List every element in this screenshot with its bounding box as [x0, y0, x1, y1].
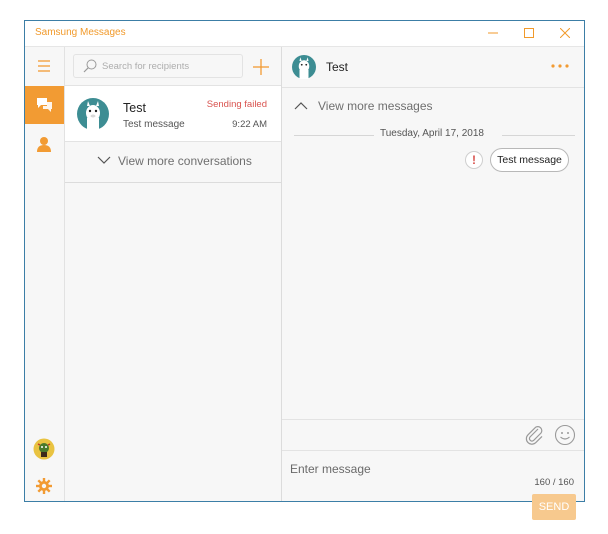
new-conversation-button[interactable] [251, 57, 271, 77]
minimize-icon [488, 32, 498, 34]
chat-contact-name: Test [326, 60, 349, 74]
date-divider-line [502, 135, 575, 136]
conversation-panel: Test Test message Sending failed 9:22 AM… [65, 47, 282, 501]
search-icon [83, 59, 97, 73]
gear-icon [36, 478, 52, 494]
maximize-button[interactable] [511, 21, 547, 46]
avatar-icon [33, 438, 55, 460]
menu-button[interactable] [25, 48, 64, 86]
nav-settings[interactable] [25, 467, 64, 505]
nav-conversations[interactable] [25, 86, 64, 124]
llama-avatar [77, 98, 109, 130]
date-separator: Tuesday, April 17, 2018 [380, 128, 484, 139]
conversation-name: Test [123, 101, 146, 115]
search-input[interactable] [102, 58, 237, 74]
conversation-item[interactable]: Test Test message Sending failed 9:22 AM [65, 85, 281, 142]
app-title: Samsung Messages [35, 27, 126, 38]
maximize-icon [524, 28, 534, 38]
conversation-time: 9:22 AM [232, 119, 267, 130]
compose-toolbar [282, 419, 584, 451]
title-bar: Samsung Messages [25, 21, 584, 47]
chat-panel: Test View more messages Tuesday, April 1… [282, 47, 584, 520]
view-more-messages-label: View more messages [318, 99, 433, 113]
send-label: SEND [538, 501, 570, 513]
smiley-icon [554, 424, 576, 446]
nav-contacts[interactable] [25, 125, 64, 163]
emoji-button[interactable] [554, 424, 576, 446]
more-options-button[interactable] [550, 59, 570, 73]
send-button[interactable]: SEND [532, 494, 576, 520]
message-bubble[interactable]: Test message [490, 148, 569, 172]
conversation-preview: Test message [123, 119, 185, 130]
view-more-conversations[interactable]: View more conversations [65, 142, 281, 183]
app-window: Samsung Messages Search for recipients T… [24, 20, 585, 520]
search-box[interactable] [73, 54, 243, 78]
message-text: Test message [497, 154, 562, 166]
profile-avatar[interactable] [25, 430, 64, 468]
view-more-conversations-label: View more conversations [118, 154, 252, 168]
date-divider-line [294, 135, 374, 136]
close-icon [560, 28, 570, 38]
plus-icon [253, 59, 269, 75]
chevron-up-icon [294, 102, 308, 110]
exclamation-icon[interactable]: ! [465, 151, 483, 169]
hamburger-icon [38, 60, 50, 72]
chat-header: Test [282, 47, 584, 88]
chat-bubbles-icon [37, 98, 52, 112]
close-button[interactable] [547, 21, 583, 46]
char-counter: 160 / 160 [534, 477, 574, 488]
chevron-down-icon [97, 156, 111, 164]
paperclip-icon [525, 426, 543, 445]
minimize-button[interactable] [475, 21, 511, 46]
left-nav [25, 47, 65, 501]
person-icon [37, 137, 51, 152]
message-input[interactable] [290, 459, 520, 479]
more-dots-icon [551, 64, 569, 68]
llama-avatar [292, 55, 316, 79]
attach-button[interactable] [524, 424, 546, 446]
send-status: Sending failed [206, 99, 267, 110]
